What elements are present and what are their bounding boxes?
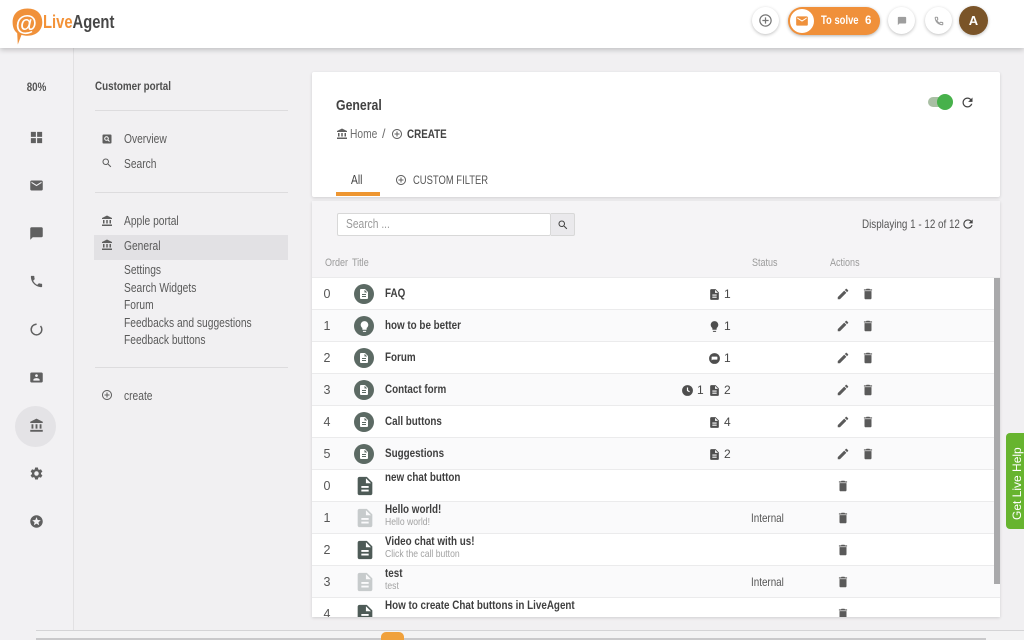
svg-text:@: @ xyxy=(16,11,37,36)
